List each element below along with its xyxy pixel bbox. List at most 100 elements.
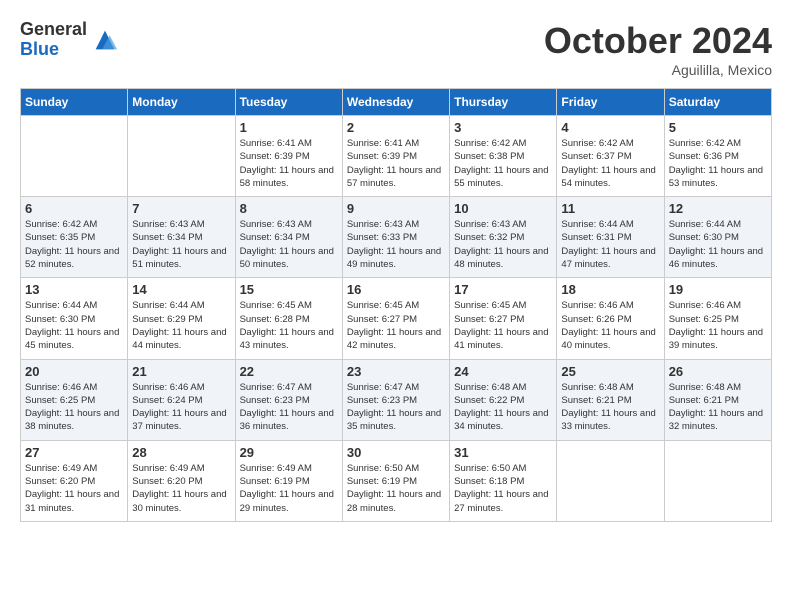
day-number: 29 <box>240 445 338 460</box>
day-cell: 19 Sunrise: 6:46 AM Sunset: 6:25 PM Dayli… <box>664 278 771 359</box>
day-info: Sunrise: 6:48 AM Sunset: 6:21 PM Dayligh… <box>669 381 767 434</box>
day-number: 28 <box>132 445 230 460</box>
day-number: 11 <box>561 201 659 216</box>
day-cell: 22Sunrise: 6:47 AM Sunset: 6:23 PM Dayli… <box>235 359 342 440</box>
calendar-table: SundayMondayTuesdayWednesdayThursdayFrid… <box>20 88 772 522</box>
header-cell-tuesday: Tuesday <box>235 89 342 116</box>
day-info: Sunrise: 6:49 AM Sunset: 6:19 PM Dayligh… <box>240 462 338 515</box>
header-cell-friday: Friday <box>557 89 664 116</box>
day-info: Sunrise: 6:43 AM Sunset: 6:34 PM Dayligh… <box>132 218 230 271</box>
title-block: October 2024 Aguililla, Mexico <box>544 20 772 78</box>
location-text: Aguililla, Mexico <box>544 62 772 78</box>
day-number: 24 <box>454 364 552 379</box>
header-cell-wednesday: Wednesday <box>342 89 449 116</box>
week-row-1: 1 Sunrise: 6:41 AM Sunset: 6:39 PM Daylig… <box>21 116 772 197</box>
day-info: Sunrise: 6:49 AM Sunset: 6:20 PM Dayligh… <box>25 462 123 515</box>
day-number: 17 <box>454 282 552 297</box>
day-cell: 2 Sunrise: 6:41 AM Sunset: 6:39 PM Daylig… <box>342 116 449 197</box>
day-info: Sunrise: 6:44 AM Sunset: 6:31 PM Dayligh… <box>561 218 659 271</box>
day-info: Sunrise: 6:45 AM Sunset: 6:27 PM Dayligh… <box>347 299 445 352</box>
day-cell: 18Sunrise: 6:46 AM Sunset: 6:26 PM Dayli… <box>557 278 664 359</box>
logo-general-text: General <box>20 20 87 40</box>
day-number: 1 <box>240 120 338 135</box>
day-info: Sunrise: 6:42 AM Sunset: 6:36 PM Dayligh… <box>669 137 767 190</box>
day-info: Sunrise: 6:46 AM Sunset: 6:25 PM Dayligh… <box>669 299 767 352</box>
day-cell: 27 Sunrise: 6:49 AM Sunset: 6:20 PM Dayli… <box>21 440 128 521</box>
day-number: 18 <box>561 282 659 297</box>
header-row: SundayMondayTuesdayWednesdayThursdayFrid… <box>21 89 772 116</box>
day-cell: 6 Sunrise: 6:42 AM Sunset: 6:35 PM Daylig… <box>21 197 128 278</box>
day-cell: 26 Sunrise: 6:48 AM Sunset: 6:21 PM Dayli… <box>664 359 771 440</box>
day-info: Sunrise: 6:44 AM Sunset: 6:29 PM Dayligh… <box>132 299 230 352</box>
day-cell: 25 Sunrise: 6:48 AM Sunset: 6:21 PM Dayli… <box>557 359 664 440</box>
day-cell <box>21 116 128 197</box>
header-cell-saturday: Saturday <box>664 89 771 116</box>
page-header: General Blue October 2024 Aguililla, Mex… <box>20 20 772 78</box>
day-number: 21 <box>132 364 230 379</box>
day-info: Sunrise: 6:50 AM Sunset: 6:18 PM Dayligh… <box>454 462 552 515</box>
day-number: 15 <box>240 282 338 297</box>
day-cell: 8Sunrise: 6:43 AM Sunset: 6:34 PM Daylig… <box>235 197 342 278</box>
day-info: Sunrise: 6:45 AM Sunset: 6:27 PM Dayligh… <box>454 299 552 352</box>
day-info: Sunrise: 6:47 AM Sunset: 6:23 PM Dayligh… <box>347 381 445 434</box>
day-info: Sunrise: 6:45 AM Sunset: 6:28 PM Dayligh… <box>240 299 338 352</box>
logo-icon <box>91 26 119 54</box>
day-number: 25 <box>561 364 659 379</box>
day-cell: 1 Sunrise: 6:41 AM Sunset: 6:39 PM Daylig… <box>235 116 342 197</box>
header-cell-monday: Monday <box>128 89 235 116</box>
day-number: 30 <box>347 445 445 460</box>
day-cell: 15 Sunrise: 6:45 AM Sunset: 6:28 PM Dayli… <box>235 278 342 359</box>
day-number: 9 <box>347 201 445 216</box>
day-info: Sunrise: 6:48 AM Sunset: 6:22 PM Dayligh… <box>454 381 552 434</box>
day-info: Sunrise: 6:41 AM Sunset: 6:39 PM Dayligh… <box>240 137 338 190</box>
day-cell: 21 Sunrise: 6:46 AM Sunset: 6:24 PM Dayli… <box>128 359 235 440</box>
day-cell: 13Sunrise: 6:44 AM Sunset: 6:30 PM Dayli… <box>21 278 128 359</box>
day-number: 10 <box>454 201 552 216</box>
day-info: Sunrise: 6:43 AM Sunset: 6:32 PM Dayligh… <box>454 218 552 271</box>
logo-blue-text: Blue <box>20 40 87 60</box>
day-number: 20 <box>25 364 123 379</box>
day-cell: 16 Sunrise: 6:45 AM Sunset: 6:27 PM Dayli… <box>342 278 449 359</box>
day-number: 4 <box>561 120 659 135</box>
day-cell: 10 Sunrise: 6:43 AM Sunset: 6:32 PM Dayli… <box>450 197 557 278</box>
day-cell: 9 Sunrise: 6:43 AM Sunset: 6:33 PM Daylig… <box>342 197 449 278</box>
day-cell: 3 Sunrise: 6:42 AM Sunset: 6:38 PM Daylig… <box>450 116 557 197</box>
day-number: 19 <box>669 282 767 297</box>
day-cell <box>557 440 664 521</box>
week-row-3: 13Sunrise: 6:44 AM Sunset: 6:30 PM Dayli… <box>21 278 772 359</box>
day-cell <box>664 440 771 521</box>
day-number: 31 <box>454 445 552 460</box>
day-number: 16 <box>347 282 445 297</box>
day-info: Sunrise: 6:50 AM Sunset: 6:19 PM Dayligh… <box>347 462 445 515</box>
day-info: Sunrise: 6:46 AM Sunset: 6:24 PM Dayligh… <box>132 381 230 434</box>
day-info: Sunrise: 6:43 AM Sunset: 6:33 PM Dayligh… <box>347 218 445 271</box>
day-cell: 28Sunrise: 6:49 AM Sunset: 6:20 PM Dayli… <box>128 440 235 521</box>
day-cell: 24 Sunrise: 6:48 AM Sunset: 6:22 PM Dayli… <box>450 359 557 440</box>
day-number: 14 <box>132 282 230 297</box>
day-cell: 20Sunrise: 6:46 AM Sunset: 6:25 PM Dayli… <box>21 359 128 440</box>
day-cell: 7 Sunrise: 6:43 AM Sunset: 6:34 PM Daylig… <box>128 197 235 278</box>
week-row-4: 20Sunrise: 6:46 AM Sunset: 6:25 PM Dayli… <box>21 359 772 440</box>
day-number: 7 <box>132 201 230 216</box>
day-info: Sunrise: 6:42 AM Sunset: 6:35 PM Dayligh… <box>25 218 123 271</box>
day-number: 12 <box>669 201 767 216</box>
day-info: Sunrise: 6:44 AM Sunset: 6:30 PM Dayligh… <box>669 218 767 271</box>
day-number: 27 <box>25 445 123 460</box>
day-info: Sunrise: 6:48 AM Sunset: 6:21 PM Dayligh… <box>561 381 659 434</box>
day-cell <box>128 116 235 197</box>
day-number: 2 <box>347 120 445 135</box>
day-number: 5 <box>669 120 767 135</box>
day-cell: 31 Sunrise: 6:50 AM Sunset: 6:18 PM Dayli… <box>450 440 557 521</box>
day-cell: 5 Sunrise: 6:42 AM Sunset: 6:36 PM Daylig… <box>664 116 771 197</box>
day-cell: 14 Sunrise: 6:44 AM Sunset: 6:29 PM Dayli… <box>128 278 235 359</box>
day-number: 26 <box>669 364 767 379</box>
day-cell: 29 Sunrise: 6:49 AM Sunset: 6:19 PM Dayli… <box>235 440 342 521</box>
day-info: Sunrise: 6:47 AM Sunset: 6:23 PM Dayligh… <box>240 381 338 434</box>
day-info: Sunrise: 6:41 AM Sunset: 6:39 PM Dayligh… <box>347 137 445 190</box>
day-info: Sunrise: 6:42 AM Sunset: 6:38 PM Dayligh… <box>454 137 552 190</box>
day-number: 13 <box>25 282 123 297</box>
day-cell: 4Sunrise: 6:42 AM Sunset: 6:37 PM Daylig… <box>557 116 664 197</box>
day-cell: 12 Sunrise: 6:44 AM Sunset: 6:30 PM Dayli… <box>664 197 771 278</box>
day-number: 6 <box>25 201 123 216</box>
day-number: 3 <box>454 120 552 135</box>
